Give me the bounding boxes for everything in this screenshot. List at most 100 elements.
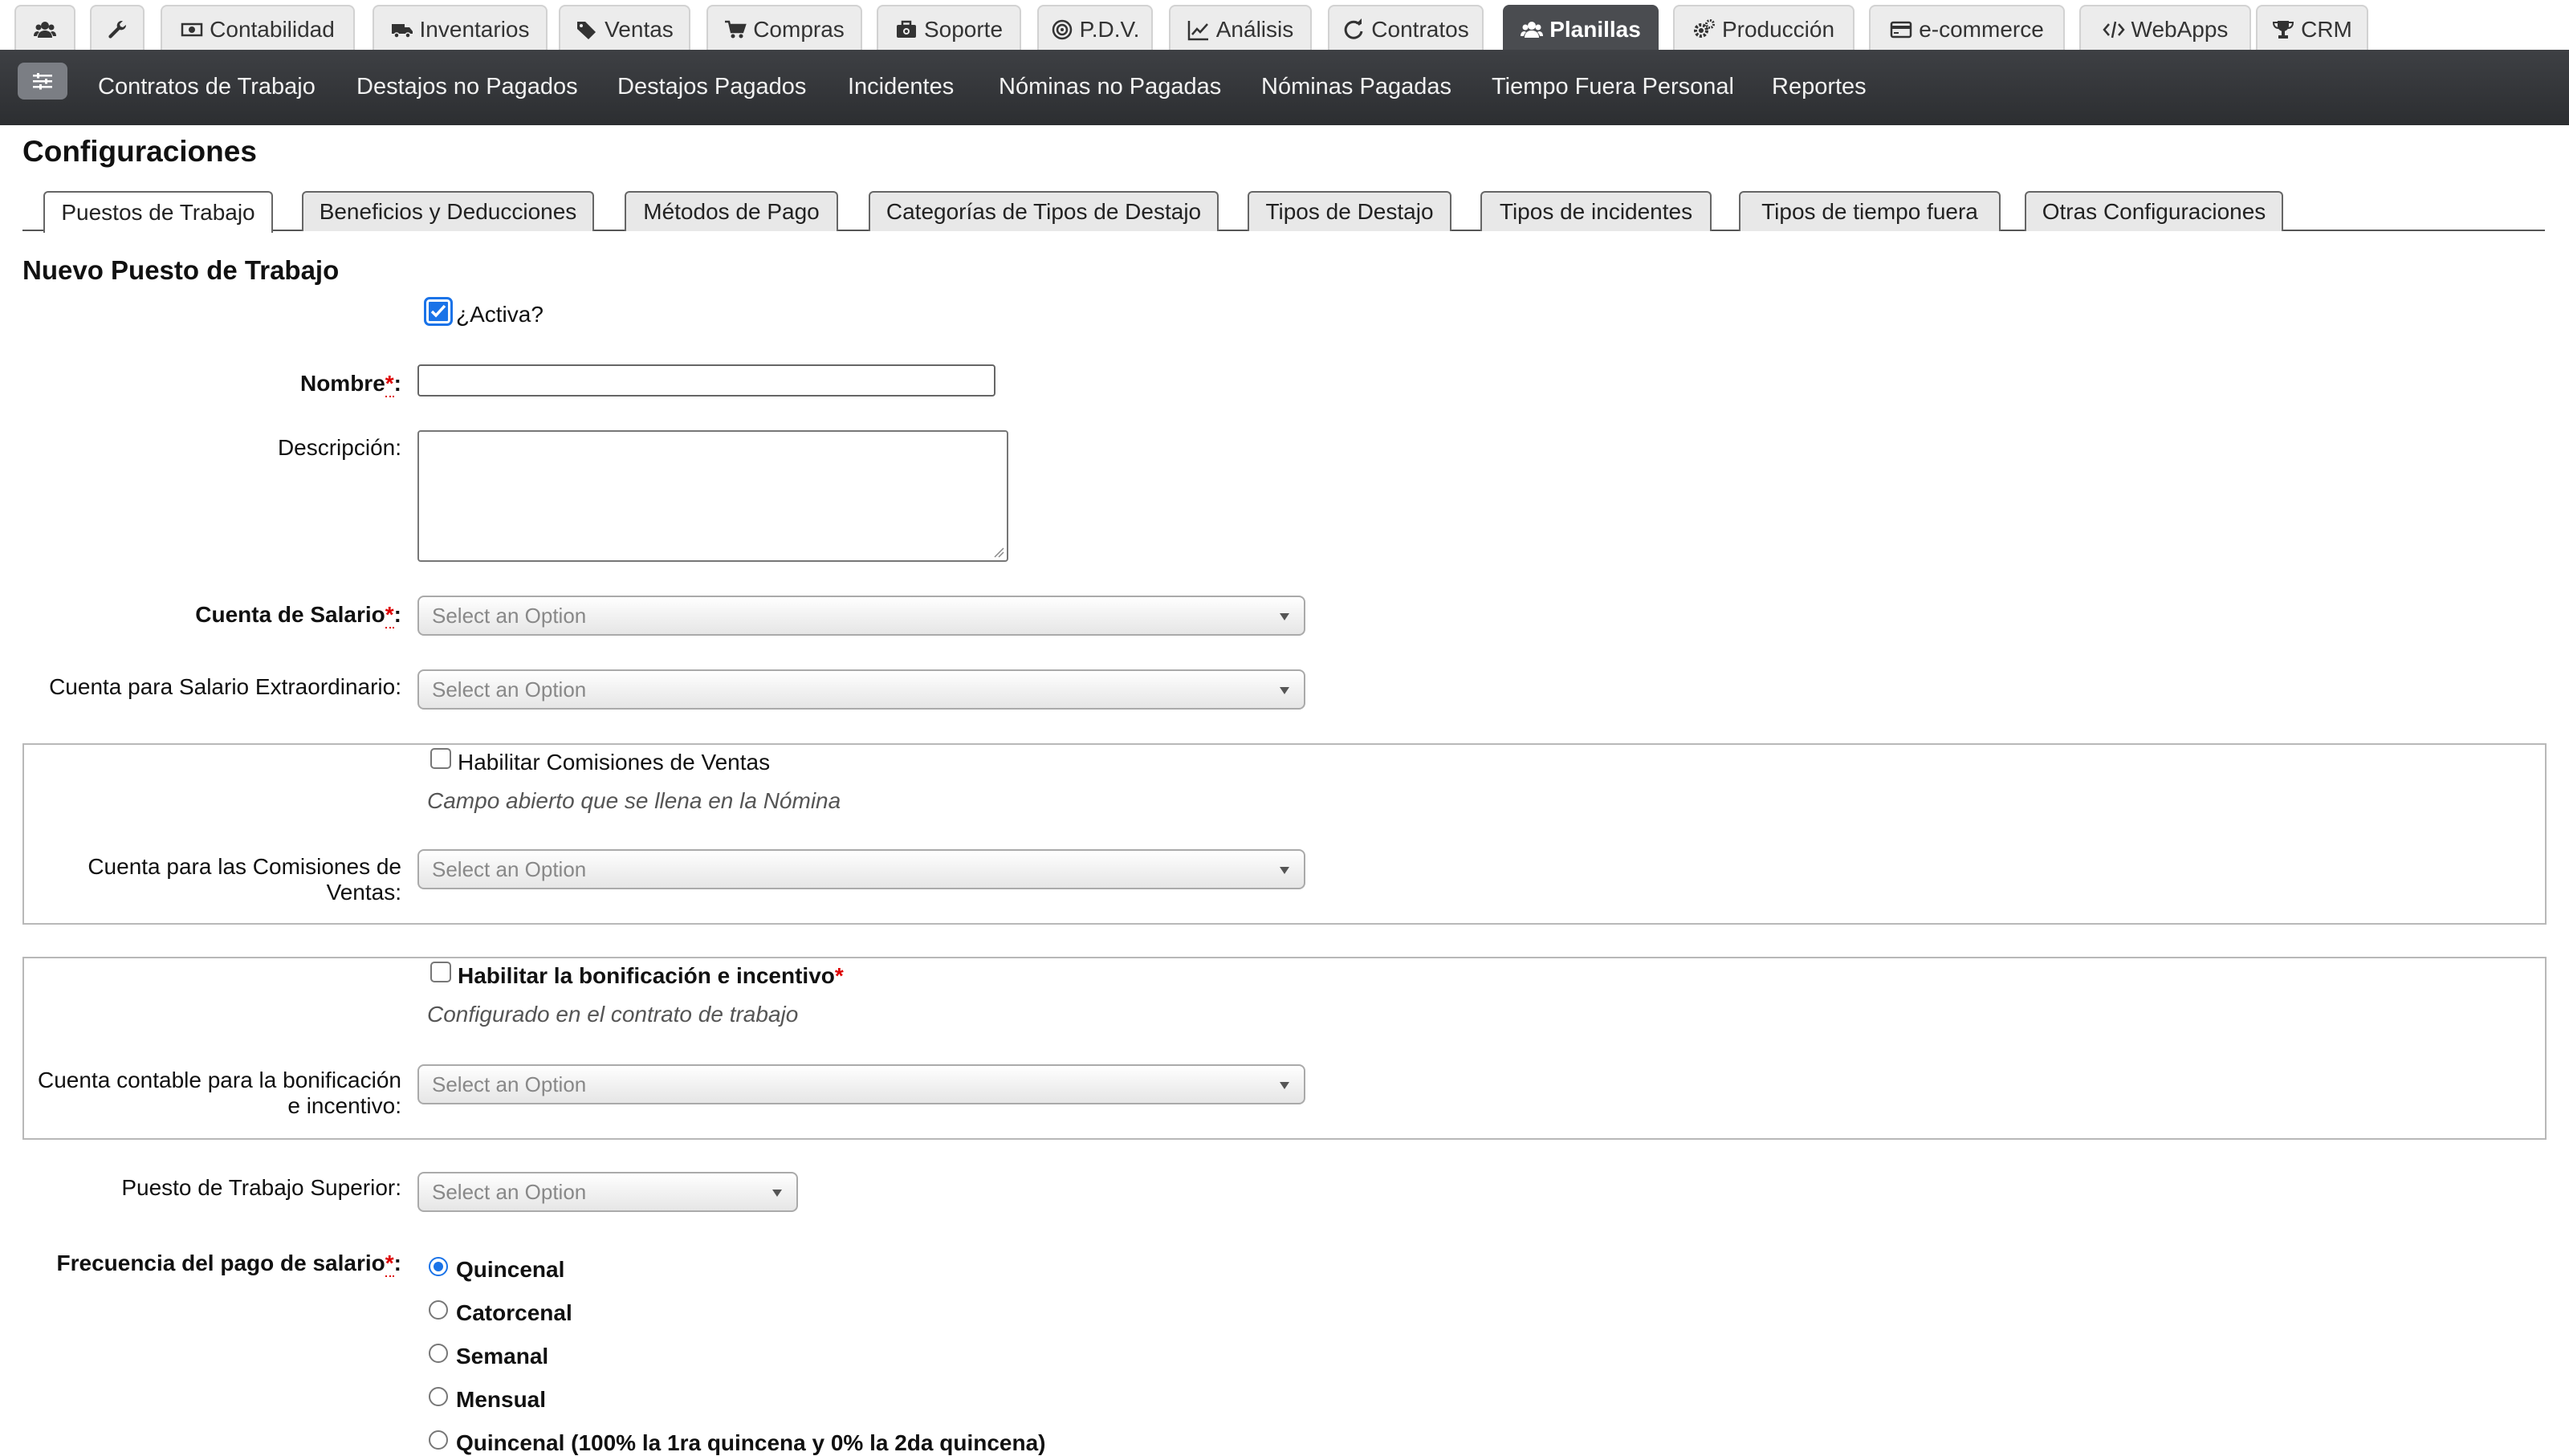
required-marker: *	[385, 602, 394, 628]
planillas-subnav: Contratos de Trabajo Destajos no Pagados…	[0, 50, 2569, 125]
config-tab-categorias-tipos-destajo[interactable]: Categorías de Tipos de Destajo	[869, 191, 1219, 231]
cuenta-salario-label-text: Cuenta de Salario	[195, 602, 385, 627]
top-tab-label: Planillas	[1549, 17, 1641, 42]
top-tab-label: CRM	[2301, 17, 2352, 42]
top-tab-produccion[interactable]: Producción	[1673, 5, 1854, 50]
frecuencia-radio-semanal[interactable]	[429, 1344, 448, 1363]
config-tab-metodos-de-pago[interactable]: Métodos de Pago	[625, 191, 838, 231]
cuenta-extra-select[interactable]: Select an Option	[417, 669, 1305, 710]
resize-grip-icon[interactable]	[993, 547, 1004, 558]
top-tab-planillas[interactable]: Planillas	[1503, 5, 1659, 50]
top-tab-label: Análisis	[1215, 17, 1294, 42]
cuenta-bonificacion-label: Cuenta contable para la bonificación e i…	[24, 1068, 401, 1119]
bonificacion-checkbox[interactable]	[430, 962, 451, 982]
frecuencia-radio-quincenal-100-0[interactable]	[429, 1430, 448, 1450]
frecuencia-radio-quincenal[interactable]	[429, 1257, 448, 1276]
menu-toggle-button[interactable]	[18, 63, 67, 100]
comisiones-checkbox[interactable]	[430, 748, 451, 769]
label-line: e incentivo:	[287, 1093, 401, 1118]
top-tab-analisis[interactable]: Análisis	[1169, 5, 1312, 50]
required-marker: *	[385, 371, 394, 397]
top-tab-ecommerce[interactable]: e-commerce	[1869, 5, 2065, 50]
label-colon: :	[393, 1251, 401, 1275]
top-tab-ventas[interactable]: Ventas	[559, 5, 690, 50]
select-placeholder: Select an Option	[432, 677, 587, 702]
chevron-down-icon	[1280, 613, 1289, 620]
required-marker: *	[385, 1251, 394, 1277]
top-tab-pdv[interactable]: P.D.V.	[1037, 5, 1153, 50]
label-colon: :	[393, 371, 401, 396]
wrench-icon	[108, 20, 127, 39]
required-marker: *	[834, 963, 844, 988]
top-tab-label: Ventas	[605, 17, 674, 42]
frecuencia-radio-catorcenal[interactable]	[429, 1300, 448, 1320]
cuenta-bonificacion-select[interactable]: Select an Option	[417, 1064, 1305, 1104]
top-tab-label: WebApps	[2131, 17, 2229, 42]
subnav-nominas-pagadas[interactable]: Nóminas Pagadas	[1261, 74, 1451, 100]
frecuencia-label-text: Frecuencia del pago de salario	[56, 1251, 385, 1275]
puesto-superior-label: Puesto de Trabajo Superior:	[121, 1175, 401, 1200]
top-tab-webapps[interactable]: WebApps	[2079, 5, 2251, 50]
top-tab-home[interactable]	[14, 5, 75, 50]
page-title: Configuraciones	[22, 135, 257, 168]
config-tab-beneficios-deducciones[interactable]: Beneficios y Deducciones	[302, 191, 594, 231]
form-section-title: Nuevo Puesto de Trabajo	[22, 255, 340, 285]
top-tab-contabilidad[interactable]: Contabilidad	[161, 5, 355, 50]
nombre-label: Nombre*:	[241, 371, 401, 397]
subnav-nominas-no-pagadas[interactable]: Nóminas no Pagadas	[999, 74, 1221, 100]
chevron-down-icon	[1280, 687, 1289, 694]
frecuencia-radio-mensual[interactable]	[429, 1387, 448, 1406]
top-tab-inventarios[interactable]: Inventarios	[373, 5, 548, 50]
top-tab-soporte[interactable]: Soporte	[877, 5, 1021, 50]
cuenta-comisiones-select[interactable]: Select an Option	[417, 849, 1305, 889]
frecuencia-label: Frecuencia del pago de salario*:	[32, 1251, 401, 1277]
cuenta-salario-select[interactable]: Select an Option	[417, 596, 1305, 636]
top-tab-label: P.D.V.	[1079, 17, 1140, 42]
frecuencia-option-label: Quincenal	[456, 1257, 565, 1282]
comisiones-help-text: Campo abierto que se llena en la Nómina	[427, 788, 841, 813]
subnav-destajos-pagados[interactable]: Destajos Pagados	[617, 74, 806, 100]
top-tab-settings[interactable]	[90, 5, 145, 50]
descripcion-textarea[interactable]	[417, 430, 1008, 562]
code-icon	[2102, 21, 2125, 39]
config-tab-otras-configuraciones[interactable]: Otras Configuraciones	[2025, 191, 2283, 231]
config-tab-puestos-de-trabajo[interactable]: Puestos de Trabajo	[43, 191, 273, 233]
nombre-input[interactable]	[417, 364, 995, 397]
top-tab-label: e-commerce	[1919, 17, 2044, 42]
cuenta-salario-label: Cuenta de Salario*:	[80, 602, 401, 628]
cuenta-comisiones-label: Cuenta para las Comisiones de Ventas:	[48, 854, 401, 905]
subnav-incidentes[interactable]: Incidentes	[848, 74, 954, 100]
config-tab-tipos-tiempo-fuera[interactable]: Tipos de tiempo fuera	[1739, 191, 2001, 231]
subnav-reportes[interactable]: Reportes	[1772, 74, 1867, 100]
frecuencia-option-label: Semanal	[456, 1344, 549, 1369]
top-tab-compras[interactable]: Compras	[706, 5, 862, 50]
tags-icon	[577, 22, 596, 39]
activa-label: ¿Activa?	[456, 302, 544, 327]
bonificacion-help-text: Configurado en el contrato de trabajo	[427, 1002, 799, 1027]
select-placeholder: Select an Option	[432, 1072, 587, 1096]
bonificacion-label-text: Habilitar la bonificación e incentivo	[458, 963, 835, 988]
frecuencia-option-label: Quincenal (100% la 1ra quincena y 0% la …	[456, 1430, 1046, 1455]
config-tab-tipos-de-incidentes[interactable]: Tipos de incidentes	[1480, 191, 1712, 231]
subnav-contratos-de-trabajo[interactable]: Contratos de Trabajo	[98, 74, 316, 100]
subnav-destajos-no-pagados[interactable]: Destajos no Pagados	[356, 74, 578, 100]
frecuencia-option-label: Catorcenal	[456, 1300, 572, 1325]
select-placeholder: Select an Option	[432, 603, 587, 628]
users-icon	[1521, 22, 1544, 38]
bonificacion-checkbox-label: Habilitar la bonificación e incentivo*	[458, 963, 844, 989]
line-chart-icon	[1187, 21, 1208, 41]
top-tab-label: Soporte	[923, 17, 1004, 42]
config-tab-tipos-de-destajo[interactable]: Tipos de Destajo	[1248, 191, 1451, 231]
module-tabs: Contabilidad Inventarios Ventas Compras …	[0, 0, 2569, 50]
cart-icon	[725, 20, 747, 39]
label-line: Ventas:	[326, 880, 401, 905]
top-tab-crm[interactable]: CRM	[2256, 5, 2368, 50]
top-tab-contratos[interactable]: Contratos	[1328, 5, 1484, 50]
subnav-tiempo-fuera-personal[interactable]: Tiempo Fuera Personal	[1492, 74, 1734, 100]
top-tab-label: Producción	[1721, 17, 1835, 42]
cuenta-extra-label: Cuenta para Salario Extraordinario:	[49, 674, 401, 699]
puesto-superior-select[interactable]: Select an Option	[417, 1172, 798, 1212]
target-icon	[1052, 19, 1072, 40]
activa-checkbox[interactable]	[424, 297, 453, 326]
chevron-down-icon	[772, 1190, 782, 1197]
